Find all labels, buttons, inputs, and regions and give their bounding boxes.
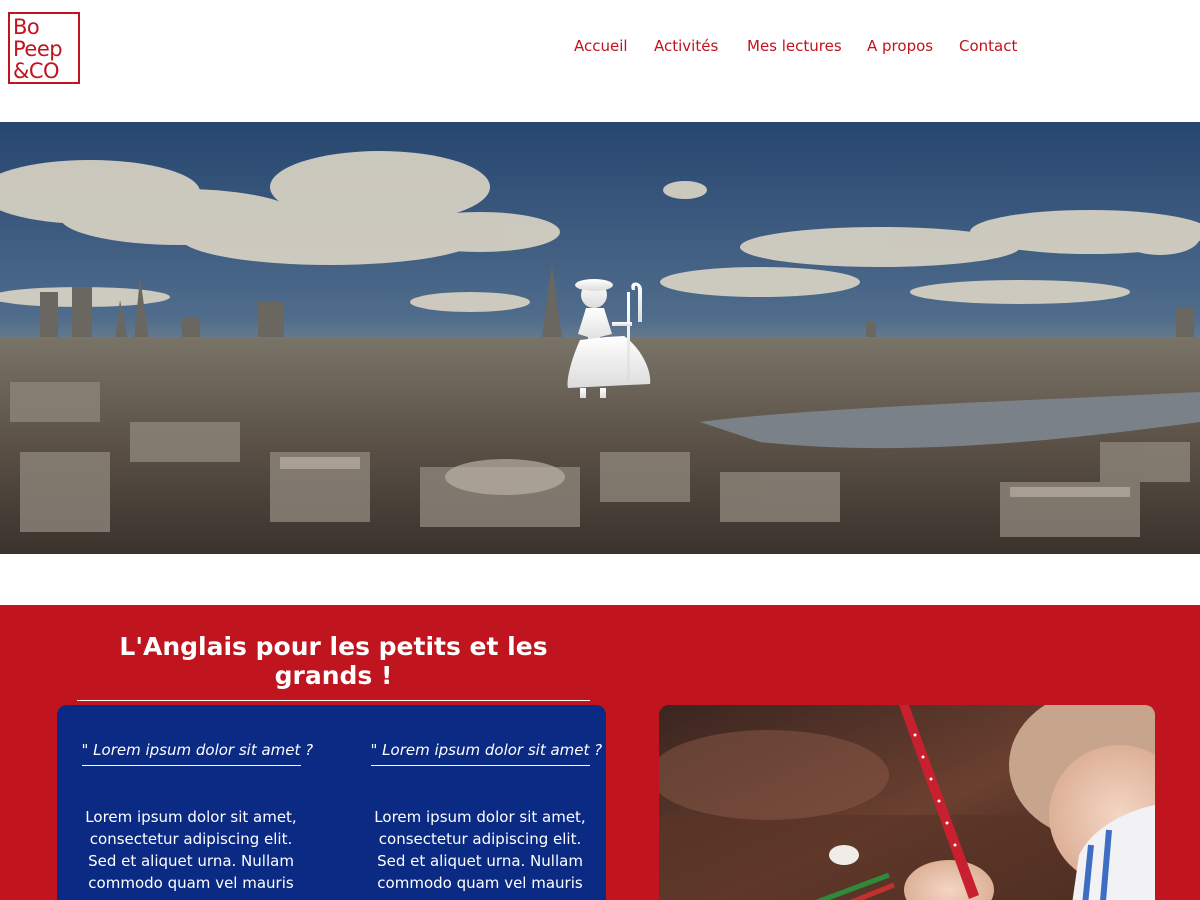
child-drawing-photo [659, 705, 1155, 900]
testimonial-text: Lorem ipsum dolor sit amet, consectetur … [85, 808, 297, 892]
nav-mes-lectures[interactable]: Mes lectures [747, 37, 842, 55]
intro-section: L'Anglais pour les petits et les grands … [0, 605, 1200, 900]
logo-line-3: &CO [13, 59, 60, 83]
testimonial-column: " Lorem ipsum dolor sit amet ? Lorem ips… [76, 741, 313, 894]
hero-banner [0, 122, 1200, 554]
section-title: L'Anglais pour les petits et les grands … [77, 632, 590, 701]
testimonial-quote: " Lorem ipsum dolor sit amet ? [370, 741, 602, 766]
nav-activites[interactable]: Activités [654, 37, 718, 55]
site-logo[interactable]: Bo Peep &CO [8, 12, 80, 84]
logo-line-2: Peep [13, 37, 63, 61]
nav-accueil[interactable]: Accueil [574, 37, 628, 55]
testimonial-quote: " Lorem ipsum dolor sit amet ? [81, 741, 313, 766]
testimonial-box: " Lorem ipsum dolor sit amet ? Lorem ips… [57, 705, 606, 900]
london-panorama-image [0, 122, 1200, 554]
child-drawing-image [659, 705, 1155, 900]
nav-contact[interactable]: Contact [959, 37, 1017, 55]
nav-a-propos[interactable]: A propos [867, 37, 933, 55]
testimonial-text: Lorem ipsum dolor sit amet, consectetur … [374, 808, 586, 892]
testimonial-column: " Lorem ipsum dolor sit amet ? Lorem ips… [365, 741, 602, 894]
logo-line-1: Bo [13, 15, 40, 39]
site-header: Bo Peep &CO Accueil Activités Mes lectur… [0, 0, 1200, 122]
